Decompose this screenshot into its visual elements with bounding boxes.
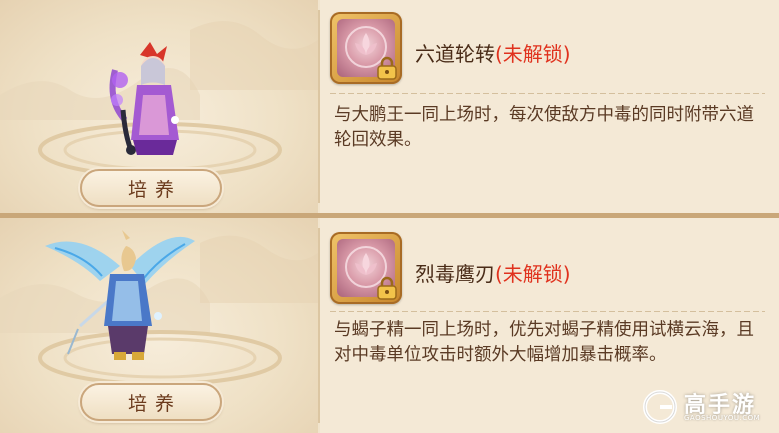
lock-icon [377, 56, 397, 80]
partner-skill-card: 培养 六道轮转(未解锁) 与大鹏王一同上场时，每次使敌方中毒的同时附带六道轮回效… [0, 0, 779, 213]
skill-title: 六道轮转(未解锁) [415, 38, 571, 67]
lock-status: (未解锁) [495, 42, 571, 66]
blue-winged-warrior-character[interactable] [40, 226, 200, 366]
skill-title: 烈毒鹰刃(未解锁) [415, 258, 571, 287]
skill-description: 与大鹏王一同上场时，每次使敌方中毒的同时附带六道轮回效果。 [334, 105, 754, 150]
brand-logo-icon [643, 390, 677, 424]
lock-status: (未解锁) [495, 262, 571, 286]
lock-icon [377, 276, 397, 300]
skill-icon[interactable] [330, 232, 402, 304]
train-button[interactable]: 培养 [80, 383, 222, 421]
dashed-separator [330, 311, 765, 312]
skill-info: 六道轮转(未解锁) 与大鹏王一同上场时，每次使敌方中毒的同时附带六道轮回效果。 [320, 0, 779, 213]
skill-description: 与蝎子精一同上场时，优先对蝎子精使用试横云海，且对中毒单位攻击时额外大幅增加暴击… [334, 320, 754, 365]
purple-sorceress-character[interactable] [95, 40, 205, 165]
skill-icon[interactable] [330, 12, 402, 84]
train-button[interactable]: 培养 [80, 169, 222, 207]
dashed-separator [330, 93, 765, 94]
skill-name: 六道轮转 [415, 42, 495, 66]
brand-domain: GAOSHOUYOU.COM [684, 414, 761, 422]
brand-watermark: 高手游 GAOSHOUYOU.COM [636, 387, 771, 427]
skill-name: 烈毒鹰刃 [415, 262, 495, 286]
